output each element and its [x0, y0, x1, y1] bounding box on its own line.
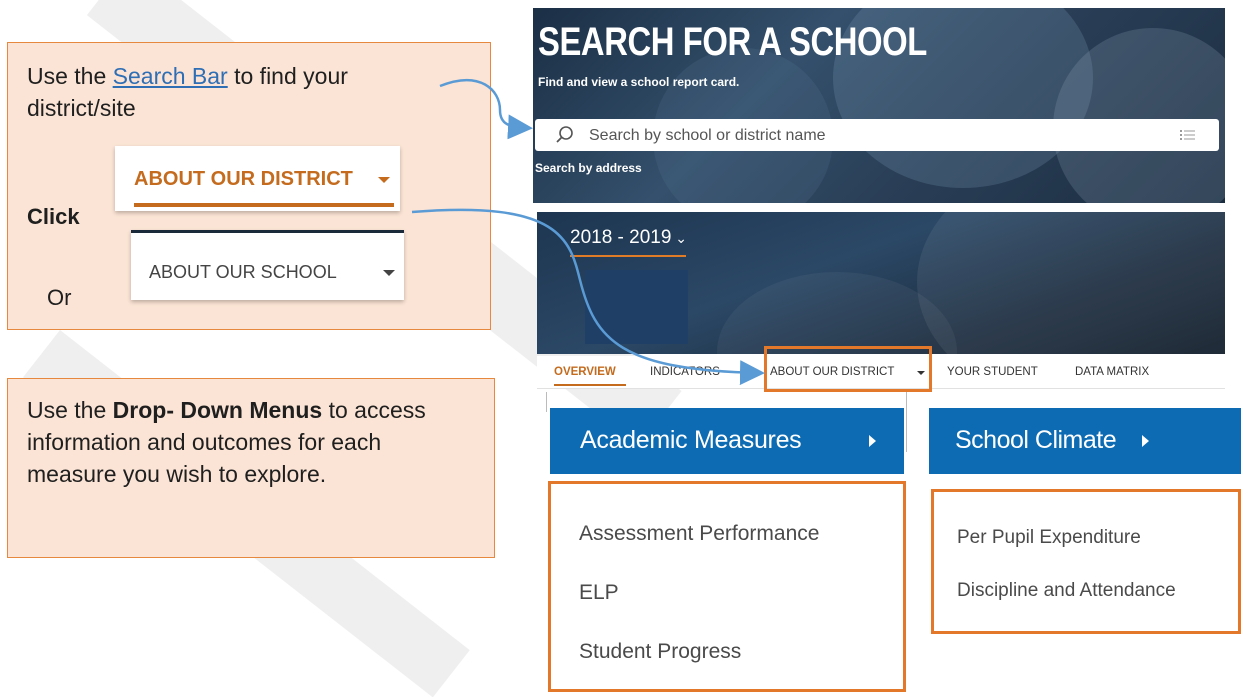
arrow-to-district-tab [411, 208, 765, 386]
connector-arrows [411, 79, 765, 386]
arrow-to-search [439, 79, 533, 140]
